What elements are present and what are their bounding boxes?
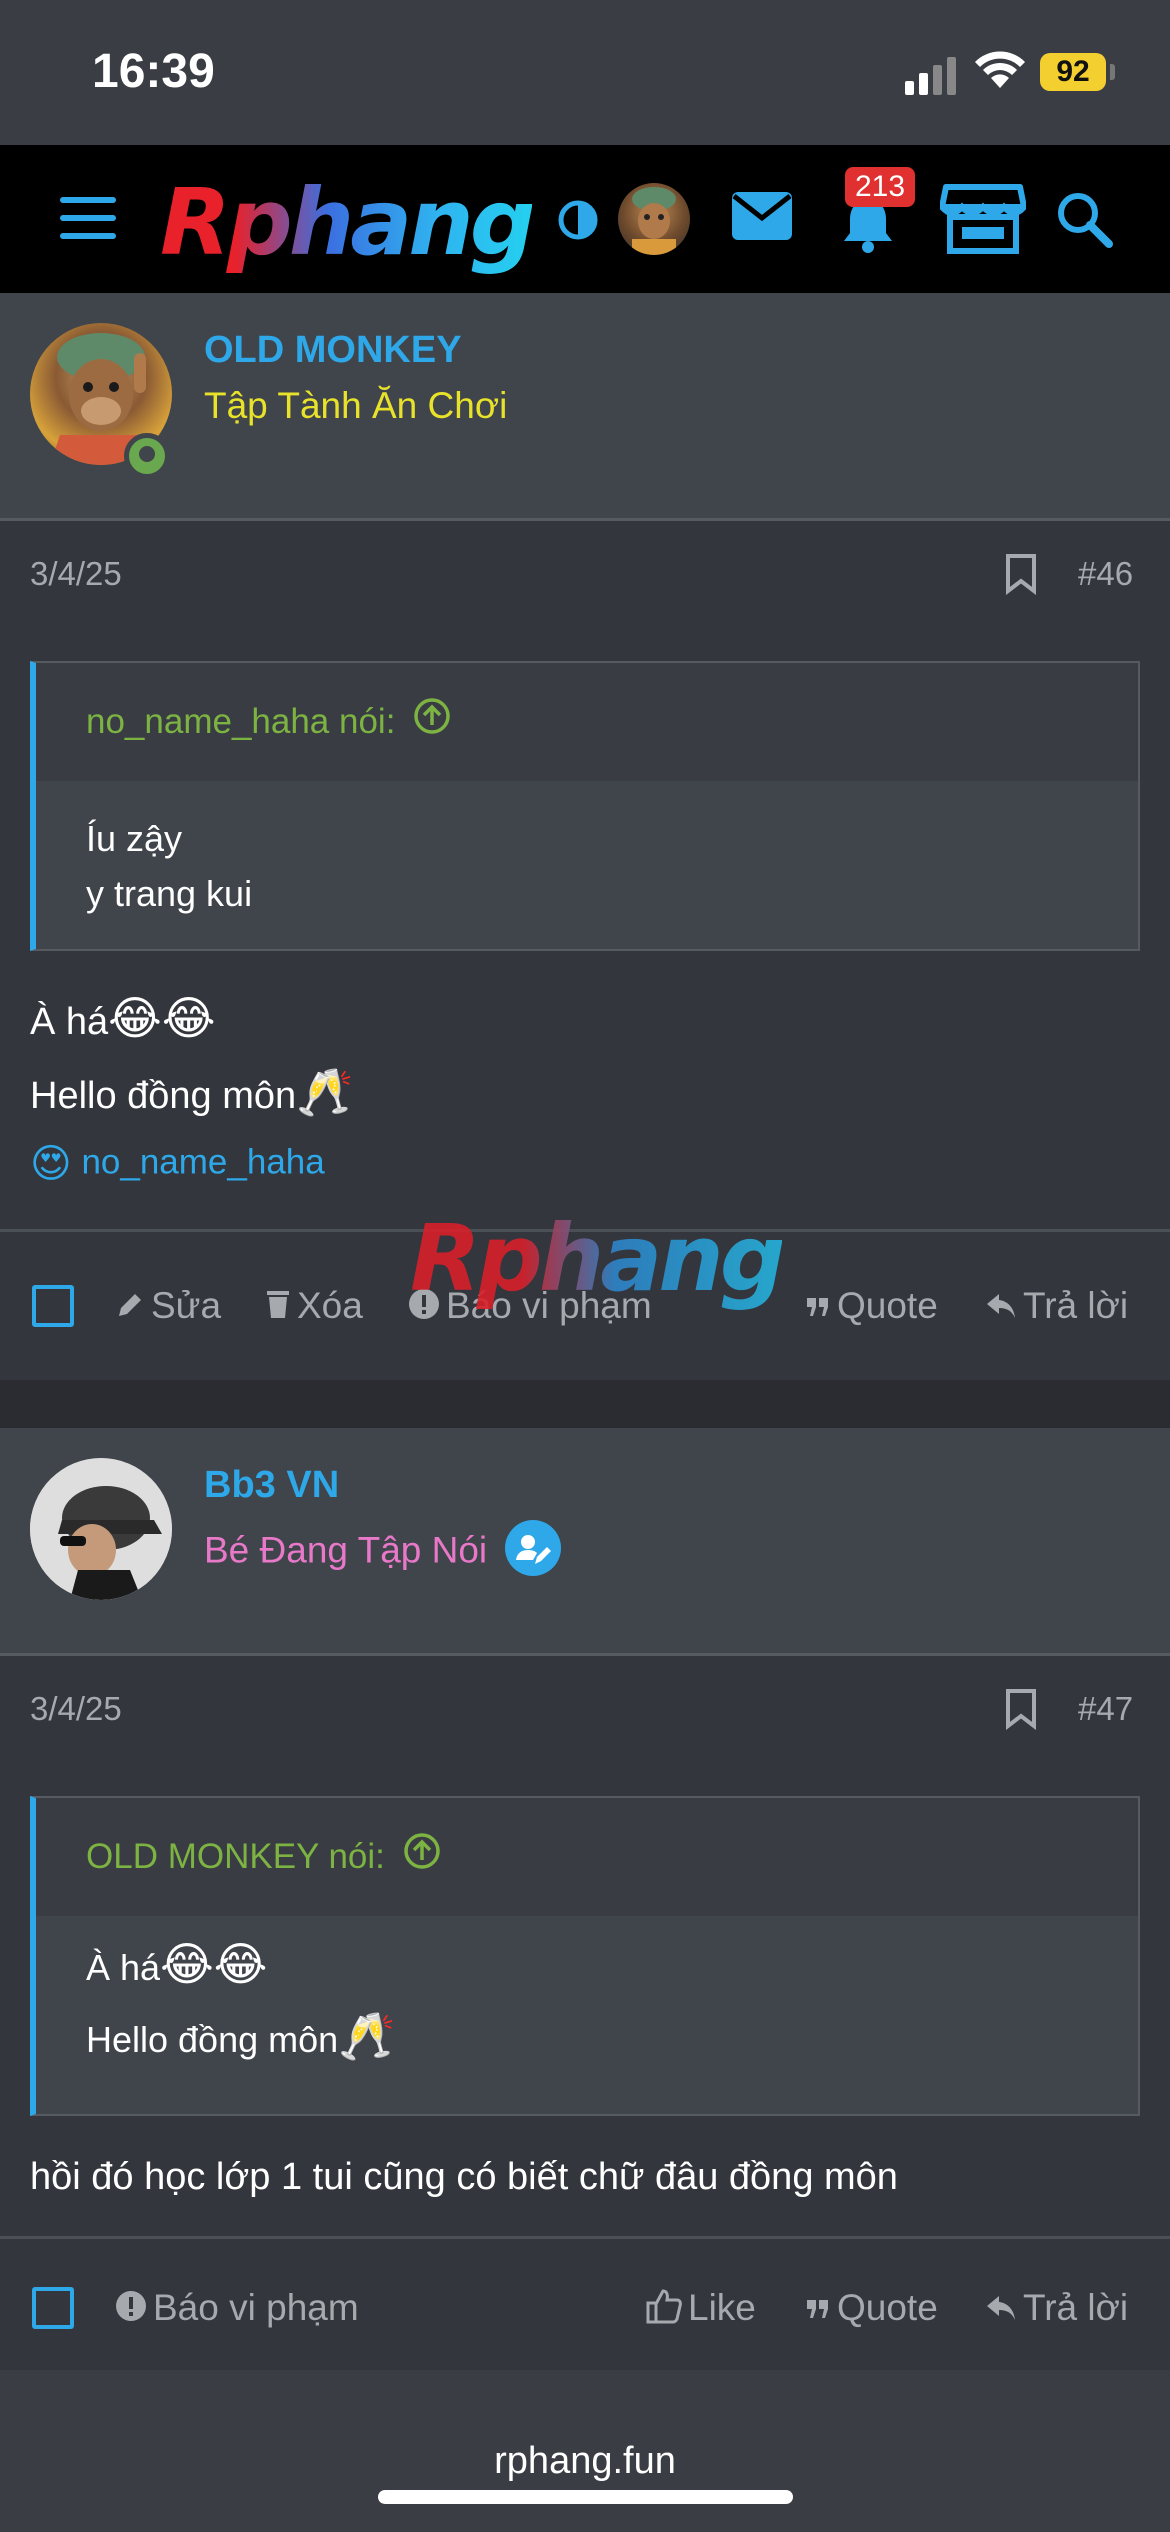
wifi-icon bbox=[975, 50, 1025, 95]
quote-line: y trang kui bbox=[86, 873, 253, 914]
browser-address-bar: rphang.fun bbox=[0, 2370, 1170, 2532]
post-date[interactable]: 3/4/25 bbox=[30, 1690, 122, 1728]
author-avatar[interactable] bbox=[30, 1458, 172, 1600]
theme-toggle-icon[interactable] bbox=[558, 200, 598, 245]
pencil-icon bbox=[115, 1287, 145, 1329]
report-button[interactable]: Báo vi phạm bbox=[115, 2287, 359, 2331]
cheers-emoji-icon: 🥂 bbox=[338, 2009, 396, 2063]
reaction-user[interactable]: no_name_haha bbox=[81, 1142, 324, 1181]
bookmark-icon[interactable] bbox=[1005, 1688, 1037, 1735]
heart-eyes-emoji-icon: 😍 bbox=[30, 1141, 72, 1187]
reply-icon bbox=[985, 1287, 1017, 1329]
status-time: 16:39 bbox=[92, 45, 215, 98]
go-to-quote-icon[interactable] bbox=[413, 665, 451, 783]
post-line: Hello đồng môn bbox=[30, 1075, 297, 1117]
author-username[interactable]: Bb3 VN bbox=[204, 1464, 339, 1507]
reply-button[interactable]: Trả lời bbox=[985, 2287, 1128, 2331]
reaction-summary[interactable]: 😍 no_name_haha bbox=[30, 1141, 325, 1187]
watermark-logo: Rphang bbox=[410, 1205, 786, 1312]
notification-count-badge[interactable]: 213 bbox=[845, 167, 916, 207]
post-author-header: Bb3 VN Bé Đang Tập Nói bbox=[0, 1428, 1170, 1656]
online-status-icon bbox=[124, 433, 170, 479]
thumbs-up-icon bbox=[646, 2288, 682, 2333]
battery-indicator: 92 bbox=[1040, 53, 1106, 91]
home-indicator[interactable] bbox=[378, 2490, 793, 2504]
quote-button[interactable]: Quote bbox=[805, 1285, 938, 1329]
reply-icon bbox=[985, 2289, 1017, 2331]
quote-button[interactable]: Quote bbox=[805, 2287, 938, 2331]
quote-author[interactable]: OLD MONKEY nói: bbox=[36, 1798, 1138, 1916]
post-author-header: OLD MONKEY Tập Tành Ăn Chơi bbox=[0, 293, 1170, 521]
reply-button[interactable]: Trả lời bbox=[985, 1285, 1128, 1329]
author-title: Bé Đang Tập Nói bbox=[204, 1520, 562, 1585]
hamburger-menu-icon[interactable] bbox=[60, 197, 116, 239]
search-icon[interactable] bbox=[1055, 190, 1113, 253]
quote-author[interactable]: no_name_haha nói: bbox=[36, 663, 1138, 781]
quote-icon bbox=[805, 1287, 831, 1329]
store-icon[interactable] bbox=[939, 183, 1027, 260]
post-actions: Báo vi phạm Like Quote Trả lời bbox=[0, 2239, 1170, 2389]
author-title: Tập Tành Ăn Chơi bbox=[204, 385, 508, 426]
laughing-emoji-icon: 😂😂 bbox=[108, 991, 216, 1045]
quote-block: no_name_haha nói: Íu zậy y trang kui bbox=[30, 661, 1140, 951]
delete-button[interactable]: Xóa bbox=[265, 1285, 363, 1329]
laughing-emoji-icon: 😂😂 bbox=[160, 1937, 268, 1991]
quote-icon bbox=[805, 2289, 831, 2331]
post-date[interactable]: 3/4/25 bbox=[30, 555, 122, 593]
site-logo[interactable]: Rphang bbox=[160, 169, 536, 276]
user-avatar[interactable] bbox=[618, 183, 690, 255]
post-number[interactable]: #46 bbox=[1078, 555, 1133, 593]
quote-author-label[interactable]: OLD MONKEY nói: bbox=[86, 1837, 385, 1876]
quote-line: À há bbox=[86, 1947, 161, 1988]
like-button[interactable]: Like bbox=[646, 2287, 756, 2333]
quote-block: OLD MONKEY nói: À há😂😂 Hello đồng môn🥂 bbox=[30, 1796, 1140, 2116]
edit-button[interactable]: Sửa bbox=[115, 1285, 221, 1329]
quote-line: Íu zậy bbox=[86, 818, 183, 859]
post-number[interactable]: #47 bbox=[1078, 1690, 1133, 1728]
post-line: À há bbox=[30, 1001, 109, 1043]
post-47: 3/4/25 #47 OLD MONKEY nói: À há😂😂 Hello … bbox=[0, 1656, 1170, 2370]
post-content: hồi đó học lớp 1 tui cũng có biết chữ đâ… bbox=[30, 2156, 898, 2198]
trash-icon bbox=[265, 1287, 291, 1329]
top-navbar: Rphang 213 bbox=[0, 145, 1170, 293]
quote-line: Hello đồng môn bbox=[86, 2019, 339, 2060]
quote-text: À há😂😂 Hello đồng môn🥂 bbox=[36, 1916, 1138, 2074]
alert-icon bbox=[115, 2289, 147, 2331]
cheers-emoji-icon: 🥂 bbox=[296, 1065, 354, 1119]
author-username[interactable]: OLD MONKEY bbox=[204, 329, 462, 372]
select-checkbox[interactable] bbox=[32, 1285, 74, 1327]
quote-text: Íu zậy y trang kui bbox=[36, 781, 1138, 921]
post-separator bbox=[0, 1380, 1170, 1428]
battery-tip bbox=[1110, 64, 1115, 80]
verified-author-icon bbox=[505, 1520, 562, 1585]
status-bar: 16:39 92 bbox=[0, 0, 1170, 145]
mail-icon[interactable] bbox=[730, 190, 794, 247]
quote-author-label[interactable]: no_name_haha nói: bbox=[86, 702, 395, 741]
select-checkbox[interactable] bbox=[32, 2287, 74, 2329]
url-display[interactable]: rphang.fun bbox=[0, 2440, 1170, 2483]
post-content: À há😂😂 Hello đồng môn🥂 bbox=[30, 983, 353, 1131]
bookmark-icon[interactable] bbox=[1005, 553, 1037, 600]
cellular-signal-icon bbox=[905, 55, 959, 100]
go-to-quote-icon[interactable] bbox=[403, 1800, 441, 1918]
